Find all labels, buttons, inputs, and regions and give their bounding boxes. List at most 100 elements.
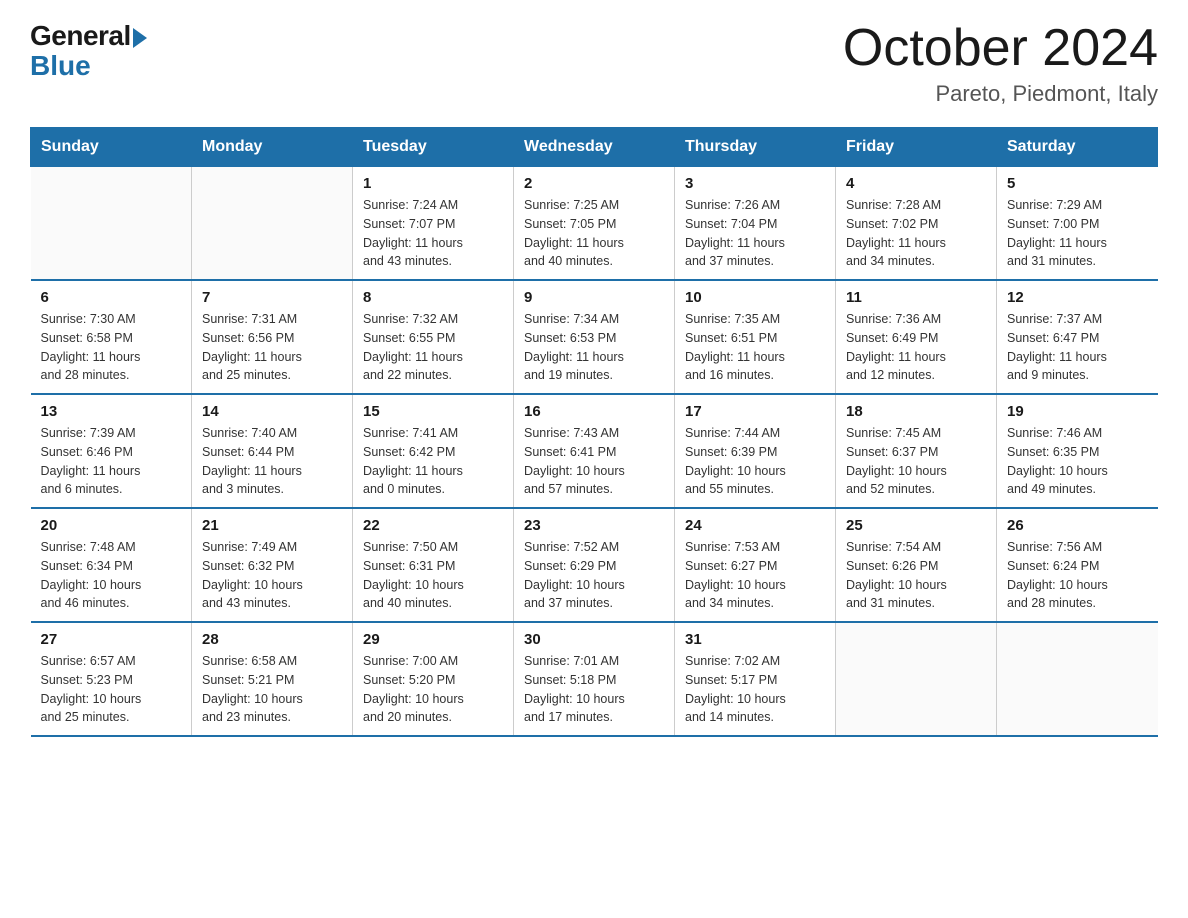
day-number: 8: [363, 289, 503, 306]
calendar-cell: 23 Sunrise: 7:52 AM Sunset: 6:29 PM Dayli…: [514, 508, 675, 622]
logo-blue-text: Blue: [30, 52, 91, 80]
day-info: Sunrise: 7:52 AM Sunset: 6:29 PM Dayligh…: [524, 538, 664, 613]
day-number: 29: [363, 631, 503, 648]
header-monday: Monday: [192, 128, 353, 167]
day-number: 23: [524, 517, 664, 534]
calendar-cell: [192, 167, 353, 281]
day-number: 5: [1007, 175, 1148, 192]
day-info: Sunrise: 7:32 AM Sunset: 6:55 PM Dayligh…: [363, 310, 503, 385]
day-info: Sunrise: 7:39 AM Sunset: 6:46 PM Dayligh…: [41, 424, 182, 499]
calendar-cell: [997, 622, 1158, 736]
week-row-2: 6 Sunrise: 7:30 AM Sunset: 6:58 PM Daylig…: [31, 280, 1158, 394]
calendar-cell: 18Sunrise: 7:45 AM Sunset: 6:37 PM Dayli…: [836, 394, 997, 508]
calendar-cell: 20 Sunrise: 7:48 AM Sunset: 6:34 PM Dayli…: [31, 508, 192, 622]
calendar-cell: 10Sunrise: 7:35 AM Sunset: 6:51 PM Dayli…: [675, 280, 836, 394]
day-number: 19: [1007, 403, 1148, 420]
day-info: Sunrise: 7:41 AM Sunset: 6:42 PM Dayligh…: [363, 424, 503, 499]
calendar-cell: 29 Sunrise: 7:00 AM Sunset: 5:20 PM Dayli…: [353, 622, 514, 736]
day-number: 14: [202, 403, 342, 420]
calendar-cell: 8 Sunrise: 7:32 AM Sunset: 6:55 PM Daylig…: [353, 280, 514, 394]
day-info: Sunrise: 7:43 AM Sunset: 6:41 PM Dayligh…: [524, 424, 664, 499]
day-number: 26: [1007, 517, 1148, 534]
calendar-cell: 25 Sunrise: 7:54 AM Sunset: 6:26 PM Dayli…: [836, 508, 997, 622]
day-number: 25: [846, 517, 986, 534]
calendar-cell: 9 Sunrise: 7:34 AM Sunset: 6:53 PM Daylig…: [514, 280, 675, 394]
calendar-body: 1Sunrise: 7:24 AM Sunset: 7:07 PM Daylig…: [31, 167, 1158, 737]
day-number: 1: [363, 175, 503, 192]
calendar-cell: [836, 622, 997, 736]
calendar-cell: 3Sunrise: 7:26 AM Sunset: 7:04 PM Daylig…: [675, 167, 836, 281]
day-info: Sunrise: 7:36 AM Sunset: 6:49 PM Dayligh…: [846, 310, 986, 385]
calendar-cell: 19 Sunrise: 7:46 AM Sunset: 6:35 PM Dayli…: [997, 394, 1158, 508]
day-info: Sunrise: 7:56 AM Sunset: 6:24 PM Dayligh…: [1007, 538, 1148, 613]
calendar-cell: 30 Sunrise: 7:01 AM Sunset: 5:18 PM Dayli…: [514, 622, 675, 736]
calendar-cell: 2 Sunrise: 7:25 AM Sunset: 7:05 PM Daylig…: [514, 167, 675, 281]
day-info: Sunrise: 7:54 AM Sunset: 6:26 PM Dayligh…: [846, 538, 986, 613]
logo-triangle-icon: [133, 28, 147, 48]
calendar-cell: 16 Sunrise: 7:43 AM Sunset: 6:41 PM Dayli…: [514, 394, 675, 508]
calendar-cell: 7Sunrise: 7:31 AM Sunset: 6:56 PM Daylig…: [192, 280, 353, 394]
title-section: October 2024 Pareto, Piedmont, Italy: [843, 20, 1158, 107]
day-number: 2: [524, 175, 664, 192]
calendar-cell: 31 Sunrise: 7:02 AM Sunset: 5:17 PM Dayli…: [675, 622, 836, 736]
calendar-cell: 27 Sunrise: 6:57 AM Sunset: 5:23 PM Dayli…: [31, 622, 192, 736]
header-thursday: Thursday: [675, 128, 836, 167]
day-number: 17: [685, 403, 825, 420]
day-info: Sunrise: 7:45 AM Sunset: 6:37 PM Dayligh…: [846, 424, 986, 499]
day-info: Sunrise: 7:37 AM Sunset: 6:47 PM Dayligh…: [1007, 310, 1148, 385]
day-info: Sunrise: 7:30 AM Sunset: 6:58 PM Dayligh…: [41, 310, 182, 385]
calendar-cell: 28Sunrise: 6:58 AM Sunset: 5:21 PM Dayli…: [192, 622, 353, 736]
day-info: Sunrise: 7:44 AM Sunset: 6:39 PM Dayligh…: [685, 424, 825, 499]
calendar-cell: 6 Sunrise: 7:30 AM Sunset: 6:58 PM Daylig…: [31, 280, 192, 394]
calendar-cell: 24 Sunrise: 7:53 AM Sunset: 6:27 PM Dayli…: [675, 508, 836, 622]
day-number: 11: [846, 289, 986, 306]
day-info: Sunrise: 7:31 AM Sunset: 6:56 PM Dayligh…: [202, 310, 342, 385]
day-info: Sunrise: 7:26 AM Sunset: 7:04 PM Dayligh…: [685, 196, 825, 271]
day-info: Sunrise: 6:57 AM Sunset: 5:23 PM Dayligh…: [41, 652, 182, 727]
calendar-cell: 17 Sunrise: 7:44 AM Sunset: 6:39 PM Dayli…: [675, 394, 836, 508]
location-subtitle: Pareto, Piedmont, Italy: [843, 81, 1158, 107]
calendar-cell: 11 Sunrise: 7:36 AM Sunset: 6:49 PM Dayli…: [836, 280, 997, 394]
page-header: General Blue October 2024 Pareto, Piedmo…: [30, 20, 1158, 107]
day-info: Sunrise: 7:48 AM Sunset: 6:34 PM Dayligh…: [41, 538, 182, 613]
day-number: 6: [41, 289, 182, 306]
header-tuesday: Tuesday: [353, 128, 514, 167]
month-year-title: October 2024: [843, 20, 1158, 77]
day-info: Sunrise: 7:34 AM Sunset: 6:53 PM Dayligh…: [524, 310, 664, 385]
header-row: SundayMondayTuesdayWednesdayThursdayFrid…: [31, 128, 1158, 167]
calendar-table: SundayMondayTuesdayWednesdayThursdayFrid…: [30, 127, 1158, 737]
header-wednesday: Wednesday: [514, 128, 675, 167]
logo: General Blue: [30, 20, 147, 80]
header-sunday: Sunday: [31, 128, 192, 167]
day-info: Sunrise: 7:40 AM Sunset: 6:44 PM Dayligh…: [202, 424, 342, 499]
day-info: Sunrise: 7:53 AM Sunset: 6:27 PM Dayligh…: [685, 538, 825, 613]
calendar-cell: 15 Sunrise: 7:41 AM Sunset: 6:42 PM Dayli…: [353, 394, 514, 508]
day-info: Sunrise: 7:00 AM Sunset: 5:20 PM Dayligh…: [363, 652, 503, 727]
calendar-header: SundayMondayTuesdayWednesdayThursdayFrid…: [31, 128, 1158, 167]
day-info: Sunrise: 7:25 AM Sunset: 7:05 PM Dayligh…: [524, 196, 664, 271]
day-info: Sunrise: 6:58 AM Sunset: 5:21 PM Dayligh…: [202, 652, 342, 727]
calendar-cell: [31, 167, 192, 281]
day-info: Sunrise: 7:46 AM Sunset: 6:35 PM Dayligh…: [1007, 424, 1148, 499]
calendar-cell: 5Sunrise: 7:29 AM Sunset: 7:00 PM Daylig…: [997, 167, 1158, 281]
week-row-1: 1Sunrise: 7:24 AM Sunset: 7:07 PM Daylig…: [31, 167, 1158, 281]
day-number: 21: [202, 517, 342, 534]
day-number: 10: [685, 289, 825, 306]
day-number: 20: [41, 517, 182, 534]
day-number: 9: [524, 289, 664, 306]
day-number: 31: [685, 631, 825, 648]
day-number: 15: [363, 403, 503, 420]
day-number: 30: [524, 631, 664, 648]
day-number: 16: [524, 403, 664, 420]
day-number: 27: [41, 631, 182, 648]
day-info: Sunrise: 7:01 AM Sunset: 5:18 PM Dayligh…: [524, 652, 664, 727]
day-info: Sunrise: 7:02 AM Sunset: 5:17 PM Dayligh…: [685, 652, 825, 727]
day-number: 24: [685, 517, 825, 534]
logo-general-text: General: [30, 20, 131, 52]
day-number: 12: [1007, 289, 1148, 306]
calendar-cell: 14 Sunrise: 7:40 AM Sunset: 6:44 PM Dayli…: [192, 394, 353, 508]
week-row-4: 20 Sunrise: 7:48 AM Sunset: 6:34 PM Dayli…: [31, 508, 1158, 622]
day-number: 13: [41, 403, 182, 420]
calendar-cell: 12 Sunrise: 7:37 AM Sunset: 6:47 PM Dayli…: [997, 280, 1158, 394]
week-row-5: 27 Sunrise: 6:57 AM Sunset: 5:23 PM Dayli…: [31, 622, 1158, 736]
